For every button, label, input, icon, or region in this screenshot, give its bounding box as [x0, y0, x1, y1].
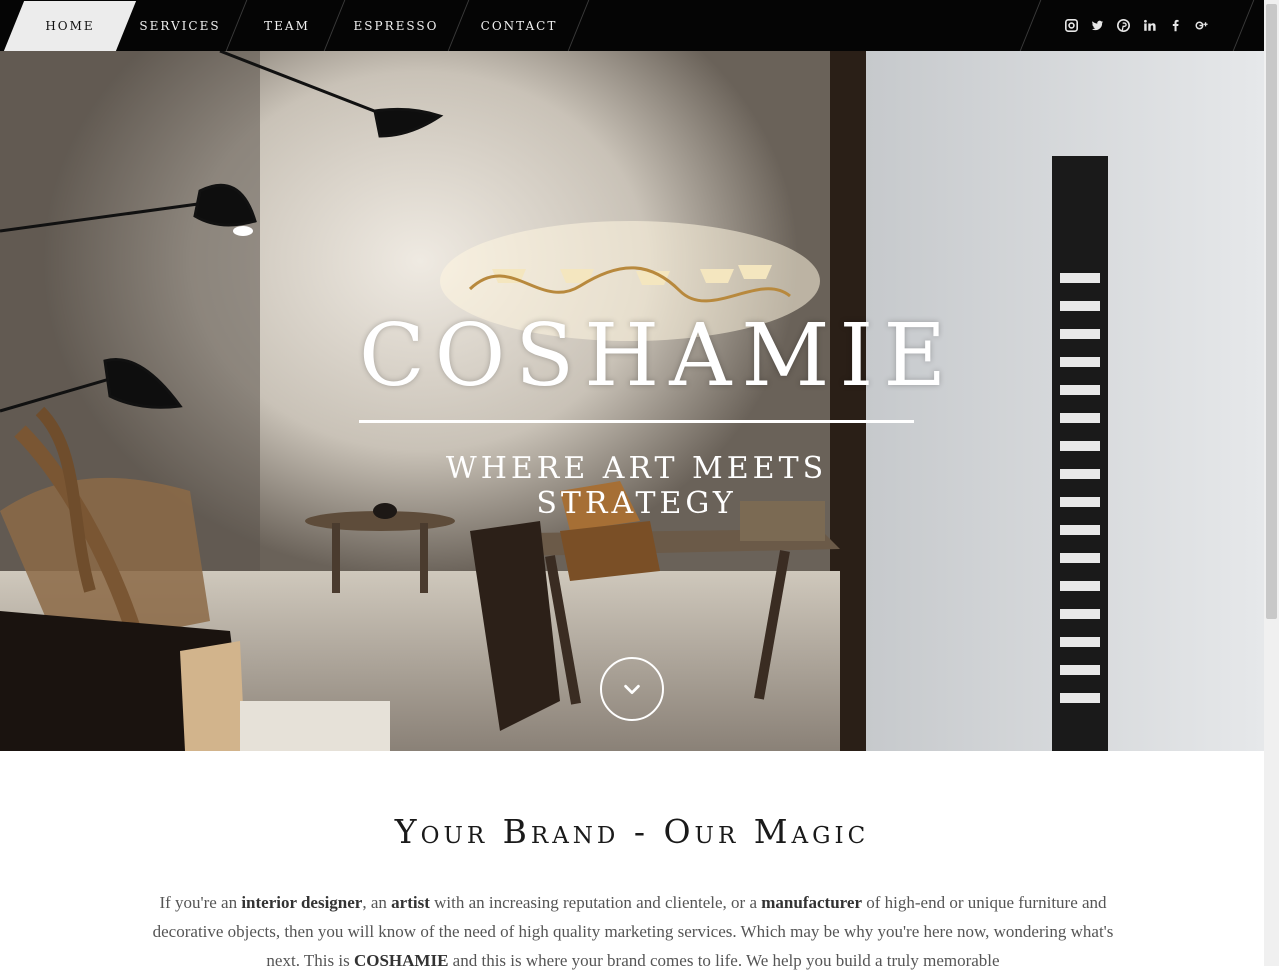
- nav-espresso-label: Espresso: [353, 18, 439, 33]
- intro-highlight: artist: [391, 893, 430, 912]
- twitter-icon[interactable]: [1084, 0, 1110, 51]
- nav-services-label: Services: [139, 18, 221, 33]
- pinterest-icon[interactable]: [1110, 0, 1136, 51]
- hero-tagline: Where art meets strategy: [445, 451, 828, 521]
- chevron-down-icon: [624, 684, 640, 695]
- nav-contact-label: Contact: [480, 18, 558, 33]
- nav-home-label: Home: [45, 18, 95, 33]
- nav-espresso[interactable]: Espresso: [342, 0, 450, 51]
- scroll-down-button[interactable]: [600, 657, 664, 721]
- nav-divider: [1019, 0, 1042, 51]
- intro-highlight: COSHAMIE: [353, 951, 449, 970]
- intro-highlight: manufacturer: [761, 893, 862, 912]
- intro-paragraph: If you're an interior designer, an artis…: [138, 888, 1128, 975]
- facebook-icon[interactable]: [1162, 0, 1188, 51]
- intro-text: , an: [362, 893, 392, 912]
- nav-team[interactable]: Team: [240, 0, 334, 51]
- google-plus-icon[interactable]: [1188, 0, 1214, 51]
- hero-divider: [359, 420, 914, 423]
- nav-team-label: Team: [264, 18, 310, 33]
- intro-text: and this is where your brand comes to li…: [448, 951, 1000, 970]
- linkedin-icon[interactable]: [1136, 0, 1162, 51]
- section-heading: Your Brand - Our Magic: [394, 812, 870, 851]
- nav-divider: [1232, 0, 1255, 51]
- nav-services[interactable]: Services: [128, 0, 232, 51]
- hero-banner: COSHAMIE Where art meets strategy: [0, 51, 1264, 751]
- intro-text: If you're an: [159, 893, 242, 912]
- hero-title: COSHAMIE: [359, 306, 957, 406]
- top-navbar: Home Services Team Espresso Contact: [0, 0, 1264, 51]
- nav-home[interactable]: Home: [14, 0, 126, 51]
- intro-highlight: interior designer: [241, 893, 363, 912]
- intro-text: with an increasing reputation and client…: [429, 893, 762, 912]
- instagram-icon[interactable]: [1058, 0, 1084, 51]
- social-links: [1058, 0, 1214, 51]
- scrollbar-thumb[interactable]: [1266, 4, 1277, 619]
- nav-contact[interactable]: Contact: [466, 0, 572, 51]
